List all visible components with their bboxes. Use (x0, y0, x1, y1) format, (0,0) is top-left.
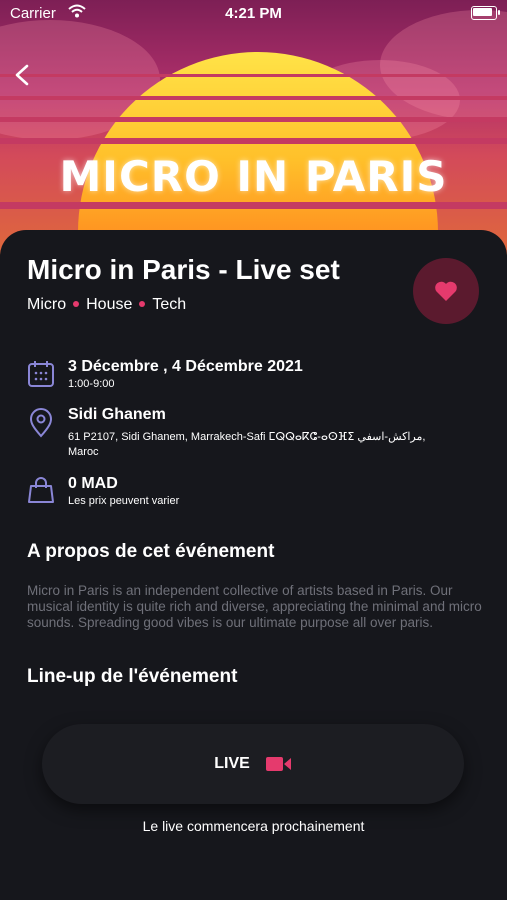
event-title: Micro in Paris - Live set (27, 254, 340, 285)
tag-item: Tech (152, 296, 187, 313)
status-bar: Carrier 4:21 PM (0, 0, 507, 28)
status-time: 4:21 PM (225, 5, 282, 22)
live-button[interactable]: LIVE (42, 724, 464, 804)
lineup-heading: Line-up de l'événement (27, 666, 238, 687)
video-camera-icon (265, 757, 291, 771)
venue-country: Maroc (68, 446, 99, 458)
event-tags: Micro House Tech (27, 296, 186, 314)
tag-separator-dot (139, 300, 146, 307)
event-price: 0 MAD (68, 475, 118, 492)
hero-title: MICRO IN PARIS (59, 152, 448, 201)
calendar-icon (27, 360, 55, 388)
venue-name: Sidi Ghanem (68, 406, 166, 423)
tag-item: House (86, 296, 133, 313)
about-heading: A propos de cet événement (27, 541, 275, 562)
venue-address: 61 P2107, Sidi Ghanem, Marrakech-Safi ⵎⵕ… (68, 431, 426, 443)
shopping-bag-icon (27, 476, 55, 504)
price-note: Les prix peuvent varier (68, 495, 180, 507)
battery-icon (471, 6, 500, 20)
event-time: 1:00-9:00 (68, 378, 115, 390)
hero-banner: MICRO IN PARIS (0, 0, 507, 260)
location-pin-icon (27, 408, 55, 438)
about-text: Micro in Paris is an independent collect… (27, 583, 482, 630)
back-chevron-icon[interactable] (12, 64, 34, 86)
event-date: 3 Décembre , 4 Décembre 2021 (68, 358, 303, 375)
live-label: LIVE (214, 755, 250, 772)
tag-separator-dot (73, 300, 80, 307)
heart-icon (435, 281, 457, 301)
tag-item: Micro (27, 296, 67, 313)
favorite-button[interactable] (413, 258, 479, 324)
live-status-note: Le live commencera prochainement (142, 818, 365, 834)
